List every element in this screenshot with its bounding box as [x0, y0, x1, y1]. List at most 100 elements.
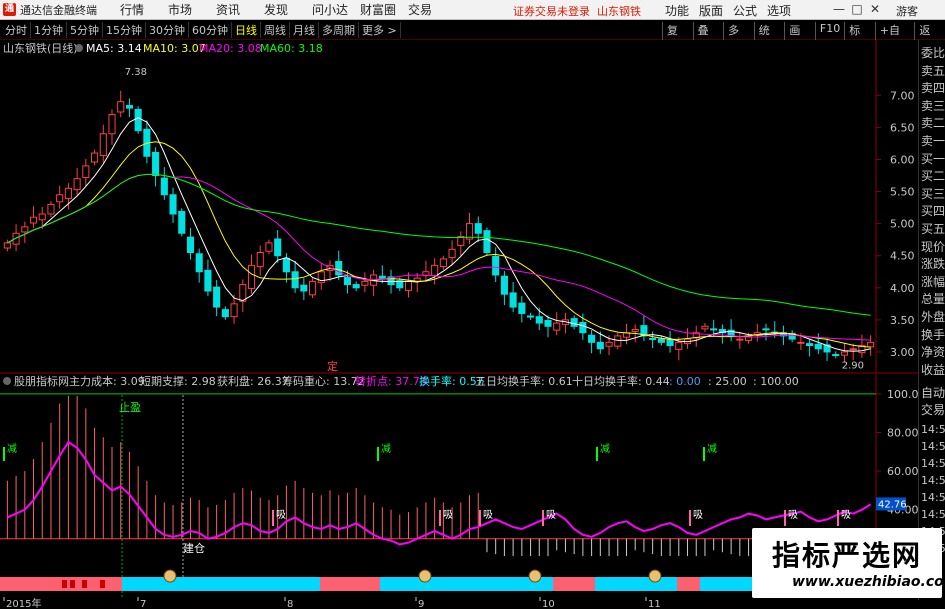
sidebar-tab-0[interactable]: 委比 [919, 44, 945, 61]
sidebar-tab-1[interactable]: 卖五 [919, 62, 945, 79]
sidebar-tab-16[interactable]: 换手 [919, 326, 945, 343]
state-mark-0 [62, 580, 67, 588]
candle-body-4 [38, 213, 46, 221]
sidebar-tab-3[interactable]: 卖三 [919, 97, 945, 114]
menu-item-function[interactable]: 功能 [665, 2, 689, 19]
menu-item-market[interactable]: 行情 [120, 1, 168, 18]
price-panel[interactable]: 山东钢铁(日线) MA5: 3.14 MA10: 3.07MA20: 3.08MA6… [0, 40, 918, 374]
menu-item-discover[interactable]: 发现 [264, 1, 312, 18]
ind-tick-0: 100.00 [887, 388, 918, 401]
menu-item-market-list[interactable]: 市场 [168, 1, 216, 18]
sidebar-tab-14[interactable]: 总量 [919, 290, 945, 307]
candle-body-31 [274, 238, 282, 257]
candle-body-6 [56, 194, 64, 203]
sidebar-tab-11[interactable]: 现价 [919, 238, 945, 255]
guest-label[interactable]: 游客 [896, 3, 918, 19]
sidebar-tab-4[interactable]: 卖二 [919, 114, 945, 131]
sidebar-tab-17[interactable]: 净资 [919, 343, 945, 360]
candle-body-24 [213, 286, 221, 308]
indicator-param-1: 短期支撑: 2.98 [140, 374, 216, 388]
sidebar-tab-18[interactable]: 收益 [919, 361, 945, 378]
period-tabs: 分时 1分钟 5分钟 15分钟 30分钟 60分钟 日线 周线 月线 多周期 更多 > [0, 22, 401, 38]
period-tab-4[interactable]: 30分钟 [146, 22, 189, 38]
menu-item-formula[interactable]: 公式 [733, 2, 757, 19]
candle-body-70 [614, 335, 622, 347]
sidebar-tab-7[interactable]: 买二 [919, 167, 945, 184]
candle-body-8 [73, 178, 81, 191]
menu-item-ask[interactable]: 问小达 [312, 1, 360, 18]
price-tick-5: 4.50 [890, 250, 915, 263]
candle-body-14 [125, 105, 133, 109]
candle-body-13 [117, 101, 125, 113]
buy-signal-label-1: 吸 [443, 510, 453, 521]
menu-item-trade[interactable]: 交易 [408, 1, 456, 18]
candle-body-61 [535, 316, 543, 324]
candle-body-92 [806, 343, 814, 347]
header-stock-name: 山东钢铁 [597, 5, 641, 18]
sidebar-tab-2[interactable]: 卖四 [919, 79, 945, 96]
state-band-4 [553, 577, 595, 591]
sidebar-tab-bottom-1[interactable]: 交易 [919, 401, 945, 418]
period-tab-1[interactable]: 1分钟 [31, 22, 67, 38]
menu-item-wealth[interactable]: 财富圈 [360, 1, 408, 18]
current-value-text: 42.76 [878, 499, 907, 510]
candle-body-28 [247, 264, 256, 289]
settings-dot-icon [75, 44, 83, 52]
period-tab-0[interactable]: 分时 [2, 22, 31, 38]
minimize-icon[interactable]: — [830, 2, 848, 16]
price-tick-3: 5.50 [890, 186, 915, 199]
period-tab-7[interactable]: 周线 [261, 22, 290, 38]
candle-body-19 [169, 194, 177, 215]
candle-body-17 [152, 151, 160, 177]
menu-item-news[interactable]: 资讯 [216, 1, 264, 18]
close-icon[interactable]: ✕ [866, 2, 884, 16]
sidebar-time-2: 14:56 [921, 457, 945, 470]
price-tick-2: 6.00 [890, 153, 915, 166]
candle-body-67 [588, 334, 596, 343]
period-tab-3[interactable]: 15分钟 [103, 22, 146, 38]
sell-signal-label-3: 减 [707, 443, 717, 455]
sidebar-tab-13[interactable]: 涨幅 [919, 273, 945, 290]
ind-tick-2: 60.00 [887, 465, 918, 478]
candle-body-11 [99, 133, 107, 157]
sidebar-tab-15[interactable]: 外盘 [919, 308, 945, 325]
window-controls: — □ ✕ [830, 2, 884, 16]
sidebar-tab-6[interactable]: 买一 [919, 150, 945, 167]
sell-signal-label-1: 减 [381, 443, 391, 455]
sidebar-tab-8[interactable]: 买三 [919, 185, 945, 202]
period-tab-5[interactable]: 60分钟 [189, 22, 232, 38]
ma-label-1: MA10: 3.07 [143, 42, 206, 55]
sidebar-tab-12[interactable]: 涨跌 [919, 255, 945, 272]
sidebar-tab-bottom-0[interactable]: 自动 [919, 384, 945, 401]
indicator-param-0: 主力成本: 3.09 [69, 374, 145, 388]
state-band-1 [122, 577, 320, 591]
menu-item-options[interactable]: 选项 [767, 2, 791, 19]
period-toolbar: 分时1分钟5分钟15分钟30分钟60分钟日线周线月线多周期更多 > 复权叠加多股… [0, 21, 945, 54]
turning-point-line [6, 440, 872, 546]
ma-label-2: MA20: 3.08 [199, 42, 262, 55]
period-tab-6[interactable]: 日线 [232, 22, 261, 38]
login-warning-text: 证券交易未登录 [513, 5, 590, 18]
maximize-icon[interactable]: □ [848, 2, 866, 16]
candle-body-23 [204, 269, 212, 292]
period-tab-2[interactable]: 5分钟 [67, 22, 103, 38]
money-bag-icon-0 [163, 569, 177, 583]
login-warning[interactable]: 证券交易未登录 山东钢铁 [513, 3, 641, 19]
period-tab-9[interactable]: 多周期 [319, 22, 359, 38]
sidebar-tab-10[interactable]: 买五 [919, 220, 945, 237]
main-menu: 行情 市场 资讯 发现 问小达 财富圈 交易 [120, 1, 456, 18]
ind-tick-1: 80.00 [887, 426, 918, 439]
period-tab-8[interactable]: 月线 [290, 22, 319, 38]
candle-body-95 [832, 354, 840, 357]
period-tab-10[interactable]: 更多 > [359, 22, 401, 38]
state-mark-1 [70, 580, 75, 588]
candle-body-43 [378, 275, 386, 279]
sidebar-tab-5[interactable]: 卖一 [919, 132, 945, 149]
chart-area[interactable]: 山东钢铁(日线) MA5: 3.14 MA10: 3.07MA20: 3.08MA6… [0, 40, 918, 597]
candle-body-72 [631, 329, 639, 332]
menu-bar: 通 通达信金融终端 行情 市场 资讯 发现 问小达 财富圈 交易 证券交易未登录… [0, 0, 945, 20]
menu-item-layout[interactable]: 版面 [699, 2, 723, 19]
candle-body-41 [361, 280, 369, 286]
sidebar-tab-9[interactable]: 买四 [919, 202, 945, 219]
indicator-param-8: : 0.00 [669, 375, 701, 388]
